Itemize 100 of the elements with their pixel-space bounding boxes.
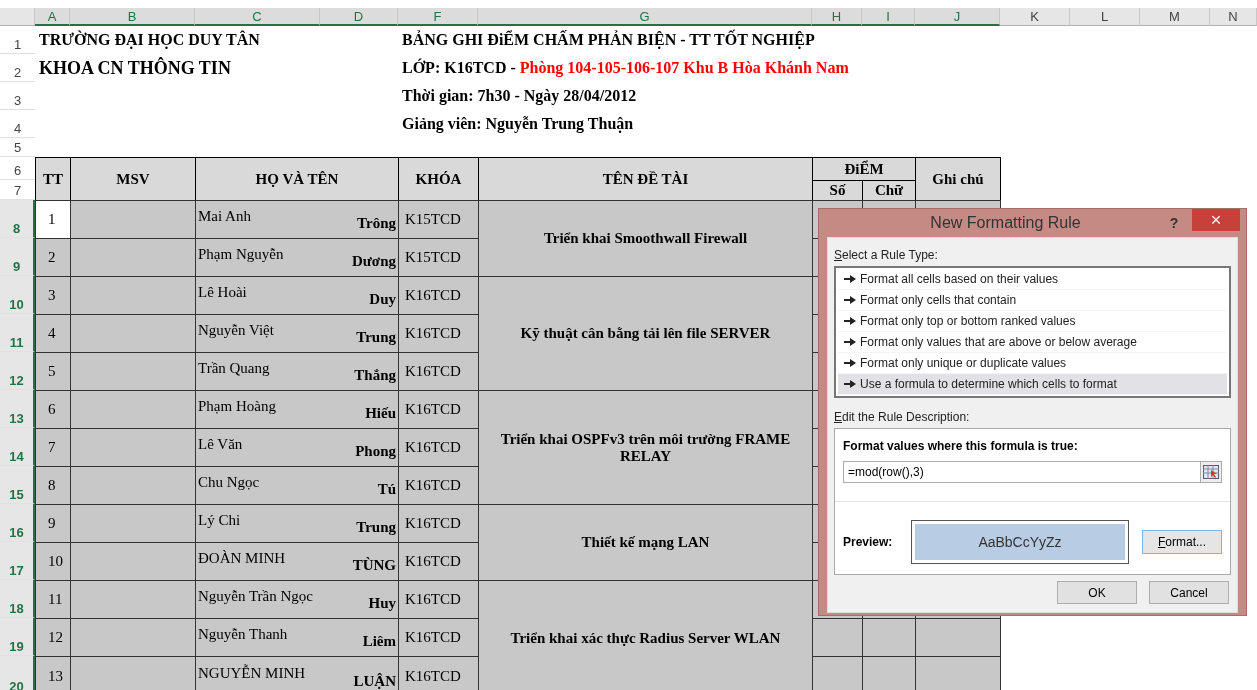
rule-type-item[interactable]: Format only cells that contain — [838, 290, 1227, 311]
surname-text: Phạm Hoàng — [198, 398, 276, 415]
column-heading: TÊN ĐỀ TÀI — [478, 157, 813, 201]
row-header[interactable]: 11 — [0, 314, 35, 352]
table-cell: K15TCD — [398, 238, 479, 277]
column-header[interactable]: M — [1140, 8, 1210, 26]
column-header[interactable]: D — [320, 8, 398, 26]
row-header[interactable]: 10 — [0, 276, 35, 314]
table-cell: 7 — [35, 428, 71, 467]
column-header[interactable]: L — [1070, 8, 1140, 26]
table-cell: 13 — [35, 656, 71, 690]
column-heading: MSV — [70, 157, 196, 201]
given-name-text: Liêm — [362, 633, 396, 650]
range-picker-button[interactable] — [1200, 461, 1222, 483]
column-header[interactable]: K — [1000, 8, 1070, 26]
column-heading: Chữ — [862, 180, 916, 201]
given-name-text: Trung — [356, 519, 396, 536]
arrow-icon — [844, 275, 856, 283]
table-cell — [812, 656, 863, 690]
given-name-text: Dương — [352, 253, 396, 270]
row-header[interactable]: 17 — [0, 542, 35, 580]
column-header[interactable]: A — [35, 8, 70, 26]
table-cell: K16TCD — [398, 390, 479, 429]
column-heading: Ghi chú — [915, 157, 1001, 201]
section-label: Edit the Rule Description: — [834, 410, 971, 424]
row-header[interactable]: 9 — [0, 238, 35, 276]
given-name-text: Huy — [368, 595, 396, 612]
column-header[interactable]: C — [195, 8, 320, 26]
given-name-text: Trung — [356, 329, 396, 346]
table-cell: 5 — [35, 352, 71, 391]
row-header[interactable]: 8 — [0, 200, 35, 238]
table-cell: 11 — [35, 580, 71, 619]
table-cell: 9 — [35, 504, 71, 543]
arrow-icon — [844, 317, 856, 325]
rule-type-item[interactable]: Use a formula to determine which cells to format — [838, 374, 1227, 395]
table-cell: Kỹ thuật cân bằng tải lên file SERVER — [478, 276, 813, 391]
surname-text: ĐOÀN MINH — [198, 550, 286, 567]
surname-text: Lê Hoài — [198, 284, 247, 301]
table-cell: K15TCD — [398, 200, 479, 239]
grid-icon — [1203, 465, 1219, 479]
help-button[interactable]: ? — [1162, 215, 1186, 231]
table-cell: 1 — [35, 200, 71, 239]
ok-button[interactable]: OK — [1057, 581, 1137, 604]
rule-type-item[interactable]: Format only values that are above or below average — [838, 332, 1227, 353]
row-header[interactable]: 18 — [0, 580, 35, 618]
surname-text: Trần Quang — [198, 360, 270, 377]
room-text: Phòng 104-105-106-107 Khu B Hòa Khánh Nam — [519, 59, 849, 77]
table-cell: K16TCD — [398, 542, 479, 581]
dialog-title: New Formatting Rule — [929, 214, 1082, 232]
table-cell: 10 — [35, 542, 71, 581]
row-header[interactable]: 19 — [0, 618, 35, 656]
row-header[interactable]: 16 — [0, 504, 35, 542]
row-header[interactable]: 14 — [0, 428, 35, 466]
column-heading: KHÓA — [398, 157, 479, 201]
surname-text: Lê Văn — [198, 436, 243, 453]
column-header[interactable]: F — [398, 8, 478, 26]
arrow-icon — [844, 359, 856, 367]
lecturer-text: Giảng viên: Nguyễn Trung Thuận — [401, 115, 635, 133]
arrow-icon — [844, 380, 856, 388]
arrow-icon — [844, 296, 856, 304]
table-cell: K16TCD — [398, 466, 479, 505]
surname-text: Mai Anh — [198, 208, 251, 225]
cancel-button[interactable]: Cancel — [1149, 581, 1229, 604]
time-text: Thời gian: 7h30 - Ngày 28/04/2012 — [401, 87, 638, 105]
given-name-text: Hiếu — [365, 405, 396, 422]
column-header[interactable]: G — [478, 8, 812, 26]
column-header[interactable]: N — [1210, 8, 1257, 26]
table-cell: K16TCD — [398, 656, 479, 690]
table-cell — [862, 618, 916, 657]
surname-text: Nguyễn Thanh — [198, 626, 288, 643]
surname-text: NGUYỄN MINH — [198, 665, 306, 682]
row-header[interactable]: 12 — [0, 352, 35, 390]
given-name-text: TÙNG — [352, 557, 396, 574]
table-cell: K16TCD — [398, 428, 479, 467]
given-name-text: Duy — [369, 291, 396, 308]
section-label: Select a Rule Type: — [834, 248, 939, 262]
surname-text: Phạm Nguyễn — [198, 246, 284, 263]
row-header[interactable]: 13 — [0, 390, 35, 428]
surname-text: Nguyễn Trần Ngọc — [198, 588, 313, 605]
table-cell: 6 — [35, 390, 71, 429]
column-header[interactable]: B — [70, 8, 195, 26]
preview-label: Preview: — [843, 535, 894, 549]
formula-label: Format values where this formula is true: — [843, 439, 1079, 453]
format-button[interactable]: Format... — [1142, 530, 1222, 554]
sheet-title: BẢNG GHI ĐiỂM CHẤM PHẢN BIỆN - TT TỐT NGHIỆP — [401, 31, 816, 49]
close-button[interactable]: × — [1192, 209, 1240, 231]
given-name-text: Thắng — [354, 367, 396, 384]
table-cell: K16TCD — [398, 276, 479, 315]
column-heading: TT — [35, 157, 71, 201]
rule-type-item[interactable]: Format only top or bottom ranked values — [838, 311, 1227, 332]
surname-text: Lý Chi — [198, 512, 241, 529]
rule-type-item[interactable]: Format all cells based on their values — [838, 269, 1227, 290]
column-header[interactable]: H — [812, 8, 862, 26]
formula-field[interactable]: =mod(row(),3) — [843, 461, 1200, 483]
table-cell: 3 — [35, 276, 71, 315]
faculty-name: KHOA CN THÔNG TIN — [38, 57, 232, 79]
table-cell — [862, 656, 916, 690]
column-header[interactable]: I — [862, 8, 915, 26]
column-header[interactable]: J — [915, 8, 1000, 26]
row-header[interactable]: 15 — [0, 466, 35, 504]
